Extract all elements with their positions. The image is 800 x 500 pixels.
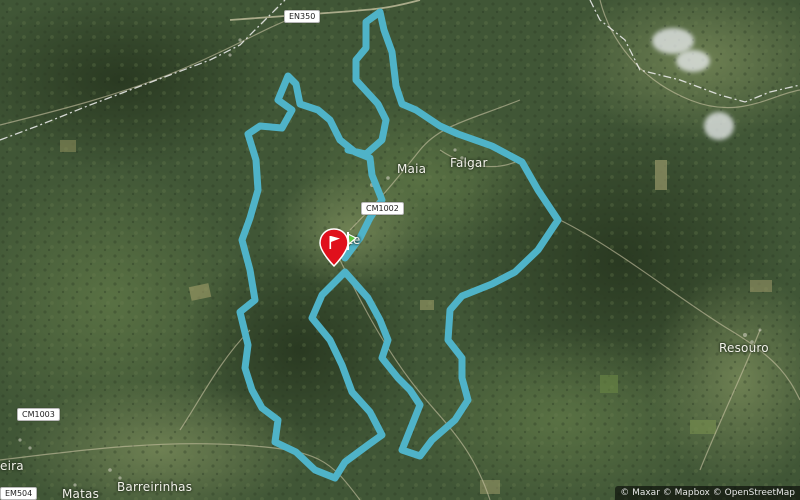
route-layer <box>236 8 562 482</box>
road-shield-en350: EN350 <box>284 10 321 23</box>
place-label-te: te <box>348 233 361 247</box>
route-line[interactable] <box>236 8 562 482</box>
place-label-maia: Maia <box>397 162 427 176</box>
place-label-barreirinhas: Barreirinhas <box>117 480 193 494</box>
place-label-matas: Matas <box>62 487 100 500</box>
road-shield-cm1002: CM1002 <box>361 202 404 215</box>
place-label-resouro: Resouro <box>719 341 769 355</box>
place-label-falgar: Falgar <box>450 156 488 170</box>
map-view[interactable]: Maia Falgar Resouro Barreirinhas Matas e… <box>0 0 800 500</box>
place-label-eira: eira <box>0 459 24 473</box>
road-shield-cm1003: CM1003 <box>17 408 60 421</box>
map-attribution[interactable]: © Maxar © Mapbox © OpenStreetMap <box>615 486 800 500</box>
road-shield-em504: EM504 <box>0 487 38 500</box>
